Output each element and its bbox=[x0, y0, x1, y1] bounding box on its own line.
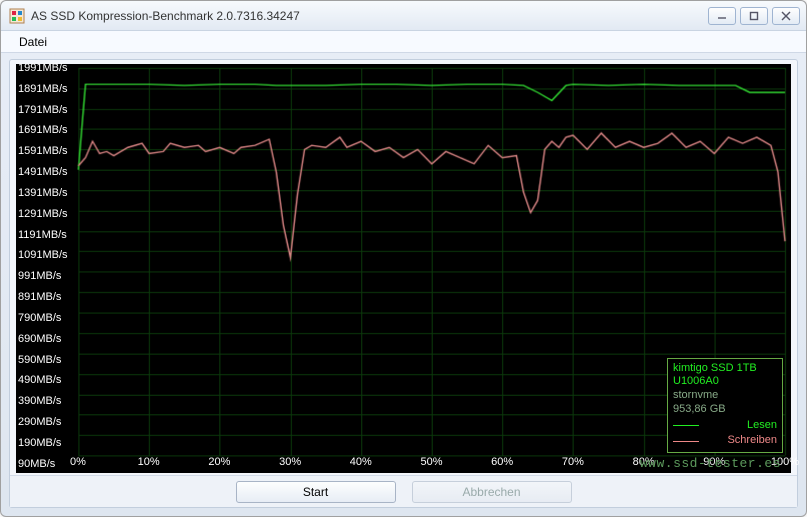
maximize-button[interactable] bbox=[740, 7, 768, 25]
app-window: AS SSD Kompression-Benchmark 2.0.7316.34… bbox=[0, 0, 807, 517]
menubar: Datei bbox=[1, 31, 806, 53]
titlebar[interactable]: AS SSD Kompression-Benchmark 2.0.7316.34… bbox=[1, 1, 806, 31]
app-icon bbox=[9, 8, 25, 24]
client-area: 1991MB/s1891MB/s1791MB/s1691MB/s1591MB/s… bbox=[9, 59, 798, 508]
button-row: Start Abbrechen bbox=[10, 475, 797, 507]
close-button[interactable] bbox=[772, 7, 800, 25]
start-button[interactable]: Start bbox=[236, 481, 396, 503]
window-controls bbox=[708, 7, 800, 25]
minimize-button[interactable] bbox=[708, 7, 736, 25]
chart-area: 1991MB/s1891MB/s1791MB/s1691MB/s1591MB/s… bbox=[16, 64, 791, 473]
window-title: AS SSD Kompression-Benchmark 2.0.7316.34… bbox=[31, 9, 708, 23]
compression-chart bbox=[16, 64, 791, 473]
cancel-button: Abbrechen bbox=[412, 481, 572, 503]
menu-file[interactable]: Datei bbox=[11, 33, 55, 51]
